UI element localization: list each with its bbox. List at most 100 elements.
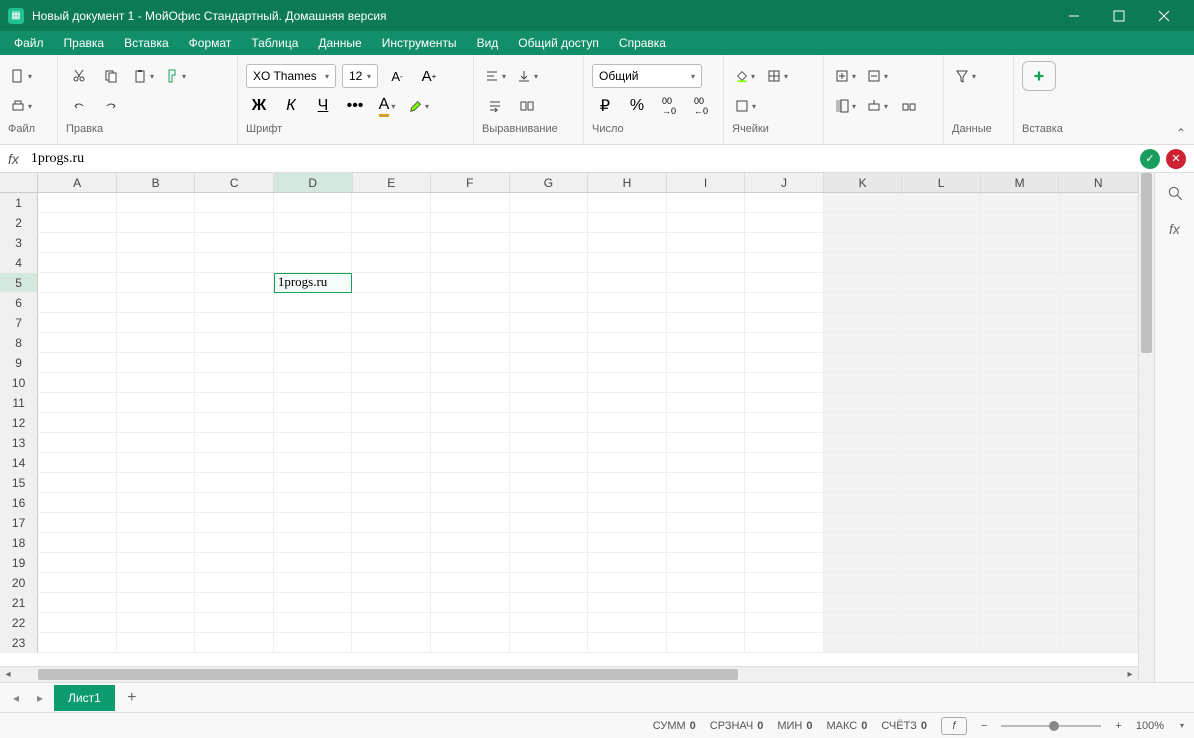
cell-K4[interactable]	[824, 253, 903, 273]
cell-J2[interactable]	[745, 213, 824, 233]
cell-I14[interactable]	[667, 453, 746, 473]
row-header-3[interactable]: 3	[0, 233, 38, 253]
row-header-5[interactable]: 5	[0, 273, 38, 293]
menu-file[interactable]: Файл	[4, 31, 54, 55]
cell-D15[interactable]	[274, 473, 353, 493]
cell-L17[interactable]	[902, 513, 981, 533]
cell-D20[interactable]	[274, 573, 353, 593]
cell-J10[interactable]	[745, 373, 824, 393]
cell-G1[interactable]	[510, 193, 589, 213]
cell-K1[interactable]	[824, 193, 903, 213]
cell-G20[interactable]	[510, 573, 589, 593]
insert-object-button[interactable]	[1022, 61, 1056, 91]
underline-button[interactable]: Ч	[310, 93, 336, 119]
cell-H11[interactable]	[588, 393, 667, 413]
cell-I15[interactable]	[667, 473, 746, 493]
cell-C5[interactable]	[195, 273, 274, 293]
cell-K22[interactable]	[824, 613, 903, 633]
cell-B18[interactable]	[117, 533, 196, 553]
cell-K13[interactable]	[824, 433, 903, 453]
wrap-text-button[interactable]	[482, 93, 508, 119]
undo-button[interactable]	[66, 93, 92, 119]
cell-K16[interactable]	[824, 493, 903, 513]
cell-E17[interactable]	[352, 513, 431, 533]
cell-A14[interactable]	[38, 453, 117, 473]
cut-button[interactable]	[66, 63, 92, 89]
cell-K5[interactable]	[824, 273, 903, 293]
row-header-21[interactable]: 21	[0, 593, 38, 613]
cell-H21[interactable]	[588, 593, 667, 613]
vertical-scrollbar[interactable]	[1138, 173, 1154, 682]
cell-J4[interactable]	[745, 253, 824, 273]
column-header-C[interactable]: C	[195, 173, 274, 192]
cell-A17[interactable]	[38, 513, 117, 533]
cell-L3[interactable]	[902, 233, 981, 253]
cell-J8[interactable]	[745, 333, 824, 353]
cell-E9[interactable]	[352, 353, 431, 373]
row-header-4[interactable]: 4	[0, 253, 38, 273]
sheet-tab-1[interactable]: Лист1	[54, 685, 115, 711]
formula-accept-button[interactable]: ✓	[1140, 149, 1160, 169]
cell-I7[interactable]	[667, 313, 746, 333]
font-color-button[interactable]: А▾	[374, 93, 400, 119]
cell-I5[interactable]	[667, 273, 746, 293]
zoom-dropdown[interactable]: ▾	[1180, 721, 1184, 730]
cell-A5[interactable]	[38, 273, 117, 293]
cell-E20[interactable]	[352, 573, 431, 593]
cell-H19[interactable]	[588, 553, 667, 573]
cell-C13[interactable]	[195, 433, 274, 453]
hscroll-left[interactable]: ◂	[0, 669, 16, 680]
cell-H23[interactable]	[588, 633, 667, 653]
row-header-20[interactable]: 20	[0, 573, 38, 593]
cell-J13[interactable]	[745, 433, 824, 453]
function-icon[interactable]: fx	[1163, 217, 1187, 241]
cell-N20[interactable]	[1060, 573, 1138, 593]
cell-G21[interactable]	[510, 593, 589, 613]
cell-A2[interactable]	[38, 213, 117, 233]
cell-E18[interactable]	[352, 533, 431, 553]
cell-L18[interactable]	[902, 533, 981, 553]
delete-cells-button[interactable]: ▾	[864, 63, 890, 89]
column-header-B[interactable]: B	[117, 173, 196, 192]
cell-N17[interactable]	[1060, 513, 1138, 533]
cell-C23[interactable]	[195, 633, 274, 653]
cell-A19[interactable]	[38, 553, 117, 573]
cell-A11[interactable]	[38, 393, 117, 413]
cell-M20[interactable]	[981, 573, 1060, 593]
cell-D22[interactable]	[274, 613, 353, 633]
cell-H12[interactable]	[588, 413, 667, 433]
cell-E13[interactable]	[352, 433, 431, 453]
cell-D18[interactable]	[274, 533, 353, 553]
menu-help[interactable]: Справка	[609, 31, 676, 55]
cell-F12[interactable]	[431, 413, 510, 433]
cell-C3[interactable]	[195, 233, 274, 253]
cell-G16[interactable]	[510, 493, 589, 513]
cell-A15[interactable]	[38, 473, 117, 493]
cell-C9[interactable]	[195, 353, 274, 373]
row-header-12[interactable]: 12	[0, 413, 38, 433]
cell-G4[interactable]	[510, 253, 589, 273]
cell-F9[interactable]	[431, 353, 510, 373]
cell-A10[interactable]	[38, 373, 117, 393]
cell-J11[interactable]	[745, 393, 824, 413]
cell-C2[interactable]	[195, 213, 274, 233]
cell-I13[interactable]	[667, 433, 746, 453]
cell-C6[interactable]	[195, 293, 274, 313]
cell-D8[interactable]	[274, 333, 353, 353]
menu-format[interactable]: Формат	[179, 31, 242, 55]
increase-font-button[interactable]: A+	[416, 63, 442, 89]
cell-F4[interactable]	[431, 253, 510, 273]
cell-D1[interactable]	[274, 193, 353, 213]
cell-B1[interactable]	[117, 193, 196, 213]
column-header-H[interactable]: H	[588, 173, 667, 192]
cell-E3[interactable]	[352, 233, 431, 253]
cell-M2[interactable]	[981, 213, 1060, 233]
cell-C10[interactable]	[195, 373, 274, 393]
cell-K12[interactable]	[824, 413, 903, 433]
bold-button[interactable]: Ж	[246, 93, 272, 119]
cell-F6[interactable]	[431, 293, 510, 313]
row-header-13[interactable]: 13	[0, 433, 38, 453]
menu-view[interactable]: Вид	[467, 31, 509, 55]
cell-L12[interactable]	[902, 413, 981, 433]
column-header-N[interactable]: N	[1059, 173, 1138, 192]
